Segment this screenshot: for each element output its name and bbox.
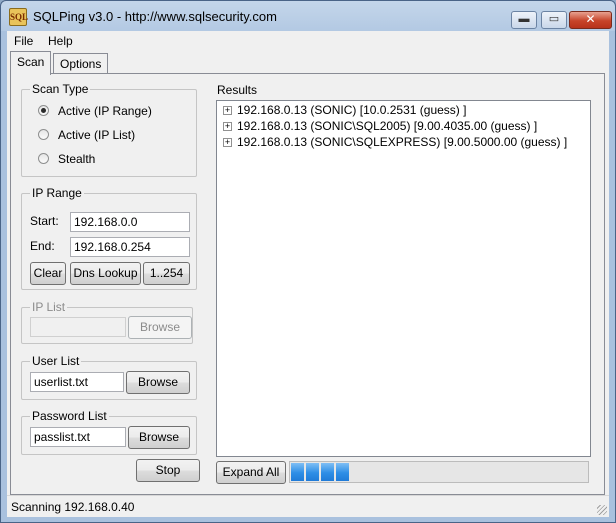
radio-label: Active (IP List) [58,128,136,142]
password-list-title: Password List [30,409,109,423]
tab-options[interactable]: Options [53,53,109,74]
maximize-button[interactable]: ▭ [541,11,567,29]
progress-fill [291,463,349,481]
progress-segment [336,463,349,481]
window-title: SQLPing v3.0 - http://www.sqlsecurity.co… [33,9,277,24]
ip-list-input [30,317,126,337]
status-bar: Scanning 192.168.0.40 [7,495,609,517]
tree-item-label[interactable]: 192.168.0.13 (SONIC\SQL2005) [9.00.4035.… [237,119,537,133]
expand-all-button[interactable]: Expand All [216,461,286,484]
password-list-group: Password List passlist.txt Browse [21,409,197,455]
ip-range-title: IP Range [30,186,84,200]
expand-plus-icon[interactable]: + [223,138,232,147]
resize-grip-icon[interactable] [597,505,607,515]
start-label: Start: [30,214,59,228]
stop-button[interactable]: Stop [136,459,200,482]
radio-label: Active (IP Range) [58,104,152,118]
scan-progress-bar [289,461,589,483]
radio-button[interactable] [38,153,49,164]
minimize-button[interactable]: ▬ [511,11,537,29]
tree-item-label[interactable]: 192.168.0.13 (SONIC\SQLEXPRESS) [9.00.50… [237,135,567,149]
results-tree[interactable]: + 192.168.0.13 (SONIC) [10.0.2531 (guess… [216,100,591,457]
radio-button[interactable] [38,129,49,140]
radio-button-checked[interactable] [38,105,49,116]
sqlping-app-icon: SQL [9,8,28,26]
password-list-browse-button[interactable]: Browse [128,426,190,449]
menu-bar: File Help [7,31,609,51]
client-area: Scan Options Scan Type Active (IP Range)… [7,51,609,517]
tab-scan[interactable]: Scan [10,51,52,75]
ip-list-group: IP List Browse [21,300,193,344]
dns-lookup-button[interactable]: Dns Lookup [70,262,141,285]
start-ip-input[interactable]: 192.168.0.0 [70,212,190,232]
radio-label: Stealth [58,152,96,166]
password-list-input[interactable]: passlist.txt [30,427,126,447]
scan-tab-panel: Scan Type Active (IP Range) Active (IP L… [10,73,605,495]
menu-help[interactable]: Help [48,34,73,48]
tree-item-label[interactable]: 192.168.0.13 (SONIC) [10.0.2531 (guess) … [237,103,466,117]
menu-file[interactable]: File [14,34,33,48]
expand-plus-icon[interactable]: + [223,122,232,131]
results-title: Results [217,83,258,97]
ip-list-browse-button: Browse [128,316,192,339]
clear-button[interactable]: Clear [30,262,66,285]
range-1-254-button[interactable]: 1..254 [143,262,190,285]
close-button[interactable]: ✕ [569,11,612,29]
end-ip-input[interactable]: 192.168.0.254 [70,237,190,257]
scan-type-title: Scan Type [30,82,91,96]
status-text: Scanning 192.168.0.40 [11,500,135,514]
end-label: End: [30,239,55,253]
title-bar[interactable]: SQL SQLPing v3.0 - http://www.sqlsecurit… [1,1,615,31]
user-list-title: User List [30,354,82,368]
progress-segment [306,463,319,481]
scan-type-group: Scan Type Active (IP Range) Active (IP L… [21,82,197,177]
ip-list-title: IP List [30,300,68,314]
progress-segment [291,463,304,481]
ip-range-group: IP Range Start: 192.168.0.0 End: 192.168… [21,186,197,290]
expand-plus-icon[interactable]: + [223,106,232,115]
user-list-input[interactable]: userlist.txt [30,372,124,392]
progress-segment [321,463,334,481]
user-list-group: User List userlist.txt Browse [21,354,197,400]
user-list-browse-button[interactable]: Browse [126,371,190,394]
app-window: SQL SQLPing v3.0 - http://www.sqlsecurit… [0,0,616,523]
